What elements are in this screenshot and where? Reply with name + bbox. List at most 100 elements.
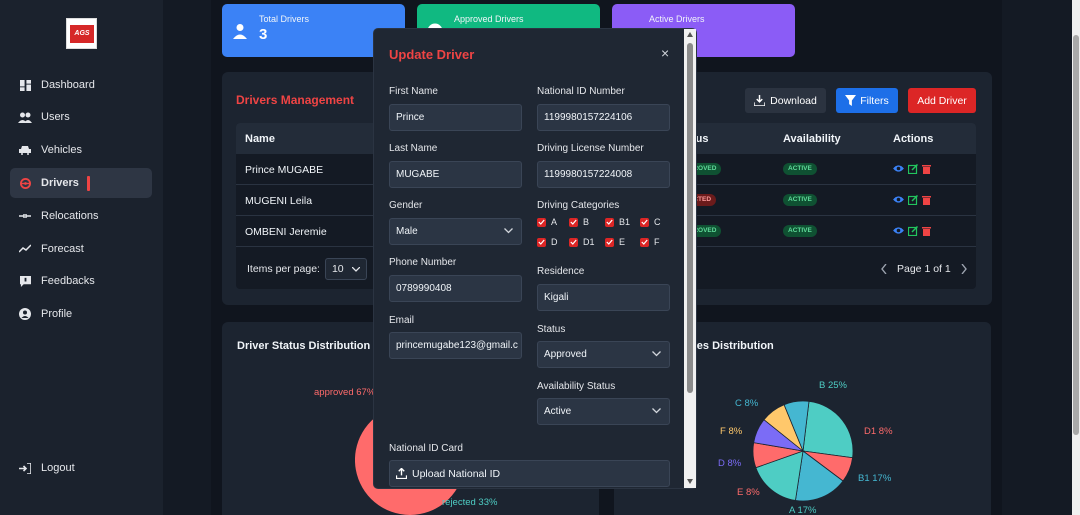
edit-icon[interactable] [908, 195, 918, 205]
stat-label: Active Drivers [649, 14, 705, 24]
sidebar-item-vehicles[interactable]: Vehicles [10, 135, 152, 165]
delete-icon[interactable] [922, 226, 931, 236]
category-checkbox[interactable]: E [605, 237, 625, 247]
sidebar-item-label: Relocations [41, 210, 99, 222]
close-icon[interactable]: × [661, 45, 669, 61]
categories-pie-chart [752, 400, 854, 502]
scroll-up-icon[interactable] [687, 32, 693, 37]
scroll-down-icon[interactable] [687, 479, 693, 484]
items-per-page-select[interactable]: 10 [324, 258, 367, 280]
delete-icon[interactable] [922, 164, 931, 174]
gender-select[interactable]: Male [389, 218, 522, 245]
id-card-label: National ID Card [389, 443, 463, 454]
first-name-field[interactable]: Prince [389, 104, 522, 131]
chevron-right-icon[interactable] [961, 264, 967, 274]
app-logo[interactable]: AGS [66, 18, 97, 49]
driver-name: MUGENI Leila [245, 195, 313, 207]
last-name-field[interactable]: MUGABE [389, 161, 522, 188]
checkbox-checked-icon [569, 237, 578, 247]
category-checkbox[interactable]: B [569, 217, 589, 227]
category-checkbox[interactable]: B1 [605, 217, 630, 227]
page-scroll-thumb[interactable] [1073, 35, 1079, 435]
pie-slice-b[interactable] [802, 400, 854, 459]
category-checkbox[interactable]: A [537, 217, 557, 227]
email-value: princemugabe123@gmail.c [396, 340, 518, 351]
phone-field[interactable]: 0789990408 [389, 275, 522, 302]
category-checkbox[interactable]: F [640, 237, 660, 247]
car-icon [18, 144, 32, 156]
checkbox-checked-icon [537, 237, 546, 247]
category-checkbox[interactable]: D1 [569, 237, 595, 247]
logo-text: AGS [70, 25, 94, 43]
items-per-page-value: 10 [331, 263, 344, 275]
add-driver-button[interactable]: Add Driver [908, 88, 976, 113]
sidebar-item-label: Forecast [41, 243, 84, 255]
active-indicator [86, 175, 90, 191]
checkbox-checked-icon [569, 217, 578, 227]
email-field[interactable]: princemugabe123@gmail.c [389, 332, 522, 359]
driver-icon [18, 177, 32, 189]
sidebar-item-label: Dashboard [41, 79, 95, 91]
first-name-value: Prince [396, 112, 425, 123]
edit-icon[interactable] [908, 226, 918, 236]
approved-label: approved 67% [314, 387, 376, 398]
pie-label-f: F 8% [720, 426, 743, 437]
sidebar-item-label: Users [41, 111, 70, 123]
sidebar: AGS Dashboard Users Vehicles Drivers Rel… [0, 0, 163, 515]
header-name[interactable]: Name [245, 133, 275, 145]
sidebar-item-profile[interactable]: Profile [10, 299, 152, 329]
availability-badge: ACTIVE [783, 225, 817, 237]
delete-icon[interactable] [922, 195, 931, 205]
logout-icon [18, 462, 32, 474]
download-icon [754, 95, 766, 106]
category-checkbox[interactable]: D [537, 237, 558, 247]
modal-scroll-thumb[interactable] [687, 43, 693, 393]
sidebar-item-label: Drivers [41, 177, 79, 189]
residence-field[interactable]: Kigali [537, 284, 670, 311]
view-icon[interactable] [893, 164, 904, 173]
logout-button[interactable]: Logout [10, 453, 152, 483]
page-scrollbar[interactable] [1072, 0, 1080, 515]
status-label: Status [537, 324, 566, 335]
pie-label-b1: B1 17% [858, 473, 892, 484]
chevron-left-icon[interactable] [881, 264, 887, 274]
modal-scrollbar[interactable] [684, 29, 696, 488]
pie-label-b: B 25% [819, 380, 847, 391]
category-checkbox[interactable]: C [640, 217, 661, 227]
view-icon[interactable] [893, 226, 904, 235]
pie-label-d1: D1 8% [864, 426, 893, 437]
first-name-label: First Name [389, 86, 438, 97]
checkbox-checked-icon [605, 237, 614, 247]
status-select[interactable]: Approved [537, 341, 670, 368]
national-id-field[interactable]: 1199980157224106 [537, 104, 670, 131]
driver-name: Prince MUGABE [245, 164, 324, 176]
modal-title: Update Driver [389, 47, 475, 62]
category-label: B [583, 217, 590, 227]
availability-select[interactable]: Active [537, 398, 670, 425]
sidebar-item-label: Feedbacks [41, 275, 95, 287]
header-availability[interactable]: Availability [783, 133, 841, 145]
license-field[interactable]: 1199980157224008 [537, 161, 670, 188]
category-label: C [654, 217, 661, 227]
stat-label: Total Drivers [259, 14, 310, 24]
sidebar-item-drivers[interactable]: Drivers [10, 168, 152, 198]
upload-id-button[interactable]: Upload National ID [389, 460, 670, 487]
sidebar-item-users[interactable]: Users [10, 102, 152, 132]
national-id-label: National ID Number [537, 86, 625, 97]
edit-icon[interactable] [908, 164, 918, 174]
sidebar-item-forecast[interactable]: Forecast [10, 234, 152, 264]
row-actions [893, 164, 931, 174]
sidebar-item-relocations[interactable]: Relocations [10, 201, 152, 231]
download-button[interactable]: Download [745, 88, 826, 113]
row-actions [893, 195, 931, 205]
driver-name: OMBENI Jeremie [245, 226, 327, 238]
pie-label-a: A 17% [789, 505, 817, 515]
view-icon[interactable] [893, 195, 904, 204]
checkbox-checked-icon [605, 217, 614, 227]
users-icon [18, 111, 32, 123]
drivers-management-title: Drivers Management [236, 93, 355, 107]
header-actions: Actions [893, 133, 934, 145]
sidebar-item-feedbacks[interactable]: Feedbacks [10, 266, 152, 296]
filters-button[interactable]: Filters [836, 88, 898, 113]
sidebar-item-dashboard[interactable]: Dashboard [10, 70, 152, 100]
